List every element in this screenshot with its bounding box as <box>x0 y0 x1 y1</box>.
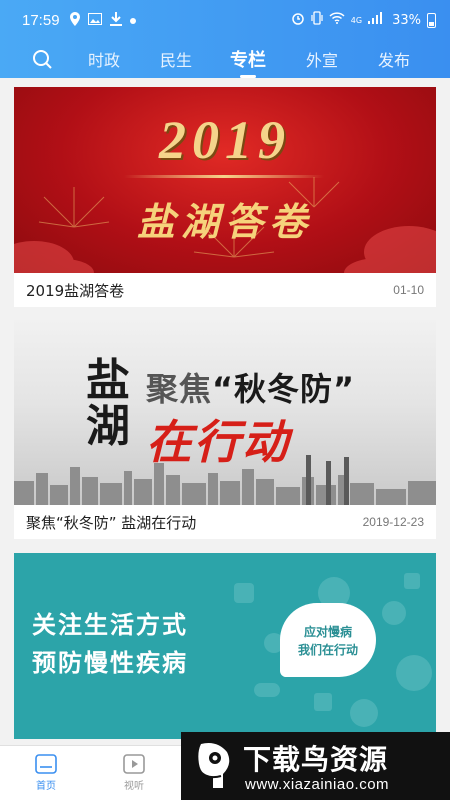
battery-icon <box>427 12 436 28</box>
article-caption[interactable]: 2019盐湖答卷 01-10 <box>14 273 436 307</box>
banner-focus-prefix: 聚焦 <box>146 370 213 408</box>
article-title[interactable]: 2019盐湖答卷 <box>26 280 124 301</box>
vibrate-icon <box>311 11 323 29</box>
banner-focus-quote: “秋冬防” <box>212 370 356 408</box>
bottom-nav-home-label: 首页 <box>36 781 56 792</box>
category-nav: 时政 民生 专栏 外宣 发布 <box>0 40 450 78</box>
watermark-brand: 下载鸟资源 <box>243 743 389 776</box>
tab-shizheng[interactable]: 时政 <box>84 47 124 71</box>
banner-focus: 聚焦“秋冬防” <box>146 364 355 410</box>
video-icon <box>123 754 145 774</box>
article-card[interactable]: 关注生活方式 预防慢性疾病 应对慢病 我们在行动 <box>14 553 436 739</box>
wifi-icon <box>329 12 345 28</box>
banner-line2: 预防慢性疾病 <box>32 649 188 677</box>
tab-zhuanlan[interactable]: 专栏 <box>226 46 270 72</box>
app-header: 17:59 4G 33% 时政 民生 专栏 外宣 发布 <box>0 0 450 78</box>
tab-fabu[interactable]: 发布 <box>374 47 414 71</box>
article-date: 01-10 <box>393 283 424 297</box>
banner-yanhu: 盐 湖 <box>86 358 130 450</box>
search-icon[interactable] <box>20 40 64 78</box>
city-skyline-graphic <box>14 455 436 505</box>
network-type: 4G <box>350 15 363 25</box>
bird-logo-icon <box>198 743 230 788</box>
watermark-banner: 下载鸟资源 www.xiazainiao.com <box>181 732 450 800</box>
banner-yan: 盐 <box>86 355 130 406</box>
home-icon <box>35 754 57 774</box>
download-icon <box>109 11 122 29</box>
bubble-line2: 我们在行动 <box>297 643 358 657</box>
article-banner[interactable]: 2019 盐湖答卷 <box>14 87 436 273</box>
bubble-line1: 应对慢病 <box>303 625 352 639</box>
article-banner[interactable]: 关注生活方式 预防慢性疾病 应对慢病 我们在行动 <box>14 553 436 739</box>
watermark-url: www.xiazainiao.com <box>245 776 390 793</box>
tab-waixuan[interactable]: 外宣 <box>302 47 342 71</box>
bottom-nav-video[interactable]: 视听 <box>114 754 154 792</box>
bottom-nav-video-label: 视听 <box>124 781 144 792</box>
image-icon <box>87 12 102 28</box>
article-card[interactable]: 盐 湖 聚焦“秋冬防” 在行动 聚焦“秋冬防” 盐湖在行动 2019-12-23 <box>14 320 436 539</box>
battery-text: 33% <box>392 12 421 28</box>
status-bar: 17:59 4G 33% <box>0 0 450 40</box>
banner-subtitle: 盐湖答卷 <box>136 200 313 244</box>
dot-icon <box>129 13 136 27</box>
bottom-nav-home[interactable]: 首页 <box>26 754 66 792</box>
status-time: 17:59 <box>22 11 60 29</box>
banner-ribbon <box>124 175 324 178</box>
banner-year: 2019 <box>159 110 291 170</box>
status-right: 4G 33% <box>291 11 436 29</box>
article-title[interactable]: 聚焦“秋冬防” 盐湖在行动 <box>26 512 196 533</box>
article-date: 2019-12-23 <box>362 515 424 529</box>
article-banner[interactable]: 盐 湖 聚焦“秋冬防” 在行动 <box>14 320 436 505</box>
banner-hu: 湖 <box>86 401 130 452</box>
notification-icons <box>69 11 136 29</box>
alarm-icon <box>291 11 305 29</box>
signal-icon <box>368 12 386 28</box>
banner-line1: 关注生活方式 <box>32 611 188 639</box>
tab-minsheng[interactable]: 民生 <box>156 47 196 71</box>
banner-speech-bubble: 应对慢病 我们在行动 <box>280 603 376 677</box>
location-icon <box>69 11 80 29</box>
article-card[interactable]: 2019 盐湖答卷 2019盐湖答卷 01-10 <box>14 87 436 307</box>
article-caption[interactable]: 聚焦“秋冬防” 盐湖在行动 2019-12-23 <box>14 505 436 539</box>
